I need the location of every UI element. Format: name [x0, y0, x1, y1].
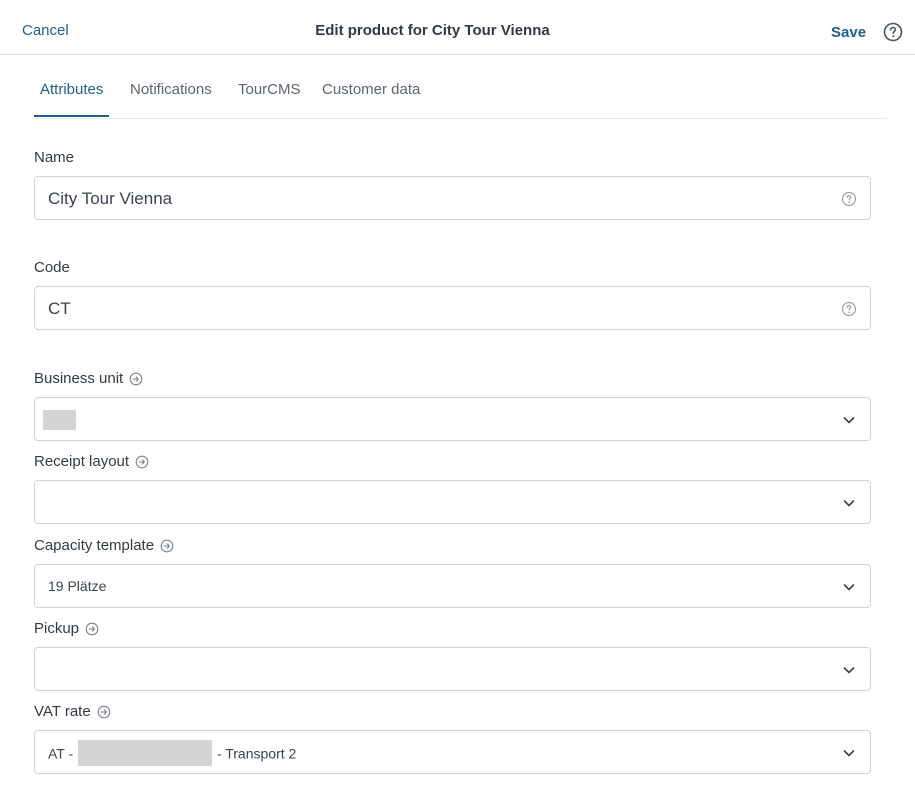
- tab-customer-data[interactable]: Customer data: [322, 81, 420, 98]
- arrow-right-circle-icon[interactable]: [97, 705, 111, 719]
- chevron-down-icon[interactable]: [842, 496, 856, 510]
- code-value: CT: [48, 299, 71, 318]
- redacted-value: [43, 410, 76, 430]
- pickup-label: Pickup: [34, 620, 99, 637]
- business-unit-select[interactable]: [34, 397, 871, 441]
- vat-rate-select[interactable]: AT - - Transport 2: [34, 730, 871, 774]
- receipt-layout-label: Receipt layout: [34, 453, 149, 470]
- capacity-template-select[interactable]: 19 Plätze: [34, 564, 871, 608]
- save-button[interactable]: Save: [831, 24, 866, 41]
- name-label-text: Name: [34, 149, 75, 166]
- active-tab-indicator: [34, 115, 109, 117]
- arrow-right-circle-icon[interactable]: [85, 622, 99, 636]
- arrow-right-circle-icon[interactable]: [129, 372, 143, 386]
- pickup-label-text: Pickup: [34, 620, 80, 637]
- capacity-template-label: Capacity template: [34, 537, 174, 554]
- vat-rate-value: AT - - Transport 2: [48, 740, 297, 766]
- capacity-template-value: 19 Plätze: [48, 578, 107, 594]
- receipt-layout-select[interactable]: [34, 480, 871, 524]
- name-value: City Tour Vienna: [48, 189, 173, 208]
- chevron-down-icon[interactable]: [842, 746, 856, 760]
- tab-bar: Attributes Notifications TourCMS Custome…: [34, 70, 887, 119]
- vat-rate-label-text: VAT rate: [34, 703, 91, 720]
- receipt-layout-label-text: Receipt layout: [34, 453, 130, 470]
- business-unit-label: Business unit: [34, 370, 143, 387]
- chevron-down-icon[interactable]: [842, 413, 856, 427]
- name-field[interactable]: City Tour Vienna: [34, 176, 871, 220]
- name-label: Name: [34, 149, 74, 166]
- page-title: Edit product for City Tour Vienna: [315, 22, 550, 39]
- pickup-select[interactable]: [34, 647, 871, 691]
- chevron-down-icon[interactable]: [842, 663, 856, 677]
- code-label: Code: [34, 259, 70, 276]
- arrow-right-circle-icon[interactable]: [160, 539, 174, 553]
- chevron-down-icon[interactable]: [842, 580, 856, 594]
- question-circle-icon[interactable]: [841, 301, 857, 317]
- vat-rate-prefix: AT -: [48, 745, 74, 762]
- question-circle-icon[interactable]: [841, 191, 857, 207]
- vat-rate-suffix: - Transport 2: [216, 745, 297, 762]
- business-unit-label-text: Business unit: [34, 370, 124, 387]
- tab-tourcms[interactable]: TourCMS: [238, 81, 301, 98]
- arrow-right-circle-icon[interactable]: [135, 455, 149, 469]
- header-bar: Cancel Edit product for City Tour Vienna…: [0, 0, 915, 55]
- code-field[interactable]: CT: [34, 286, 871, 330]
- redacted-value: [78, 740, 213, 766]
- help-icon[interactable]: [883, 22, 903, 42]
- vat-rate-label: VAT rate: [34, 703, 111, 720]
- tab-attributes[interactable]: Attributes: [40, 81, 103, 98]
- tab-notifications[interactable]: Notifications: [130, 81, 212, 98]
- capacity-template-label-text: Capacity template: [34, 537, 155, 554]
- code-label-text: Code: [34, 259, 70, 276]
